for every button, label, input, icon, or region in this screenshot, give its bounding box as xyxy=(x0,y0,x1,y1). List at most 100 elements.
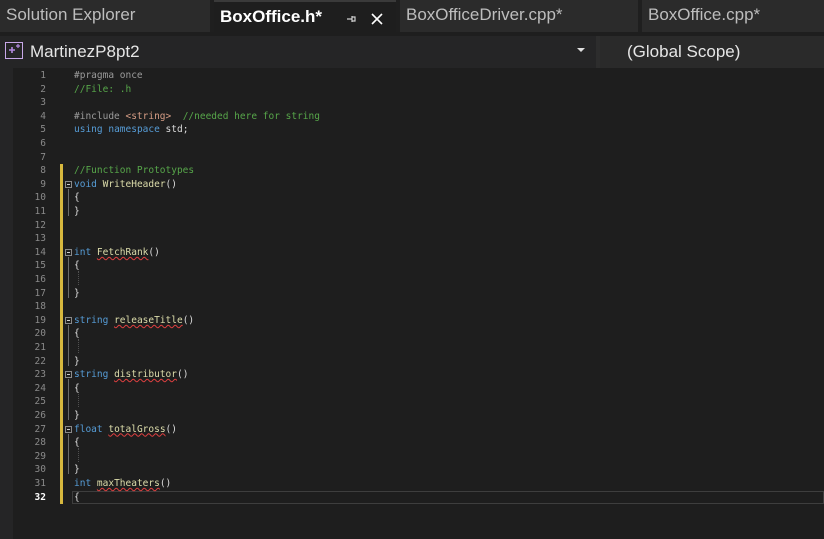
comment-token: //needed here for string xyxy=(182,110,320,122)
code-line: int FetchRank() xyxy=(74,246,160,260)
collapse-icon[interactable] xyxy=(65,425,72,433)
unsaved-changes-bar xyxy=(60,164,63,505)
line-number: 32 xyxy=(34,491,46,503)
pin-icon[interactable] xyxy=(345,2,357,34)
code-token: () xyxy=(182,314,195,326)
code-editor[interactable] xyxy=(0,68,824,539)
line-number: 26 xyxy=(34,410,46,421)
code-line: } xyxy=(74,463,80,477)
tab-label: BoxOffice.cpp* xyxy=(648,5,761,24)
line-number: 16 xyxy=(34,274,46,285)
collapse-icon[interactable] xyxy=(65,248,72,256)
line-number: 18 xyxy=(34,301,46,313)
code-line: void WriteHeader() xyxy=(74,178,177,192)
comment-token: //File: .h xyxy=(74,83,132,95)
collapse-icon[interactable] xyxy=(65,180,72,188)
line-number: 29 xyxy=(34,450,46,462)
function-name-token: maxTheaters xyxy=(96,478,160,489)
line-number: 12 xyxy=(34,219,46,231)
line-number: 21 xyxy=(34,342,46,353)
code-line: } xyxy=(74,409,80,423)
keyword-token: void xyxy=(74,178,97,190)
line-number: 27 xyxy=(34,423,46,435)
keyword-token: int xyxy=(74,246,92,258)
code-line: using namespace std; xyxy=(74,123,188,137)
code-token: } xyxy=(74,464,80,476)
tab-boxofficedriver-cpp[interactable]: BoxOfficeDriver.cpp* xyxy=(400,0,638,32)
tab-label: BoxOffice.h* xyxy=(220,7,323,26)
line-number: 3 xyxy=(40,97,46,109)
fold-guide-line xyxy=(68,188,69,216)
line-number: 17 xyxy=(34,287,46,299)
code-token: #include xyxy=(74,110,126,122)
code-token: { xyxy=(74,382,80,394)
scope-dropdown[interactable]: (Global Scope) xyxy=(600,36,824,68)
line-number: 10 xyxy=(34,192,46,204)
code-token: } xyxy=(74,287,80,299)
tab-boxoffice-cpp[interactable]: BoxOffice.cpp* xyxy=(642,0,824,32)
code-token: { xyxy=(74,491,80,503)
line-number: 30 xyxy=(34,464,46,476)
line-number: 19 xyxy=(34,314,46,326)
collapse-icon[interactable] xyxy=(65,316,72,324)
tab-solution-explorer[interactable]: Solution Explorer xyxy=(0,0,210,32)
line-number: 20 xyxy=(34,328,46,340)
line-number: 15 xyxy=(34,260,46,272)
navigation-bar: MartinezP8pt2 (Global Scope) xyxy=(0,36,824,68)
line-number: 14 xyxy=(34,246,46,258)
code-line: //File: .h xyxy=(74,83,131,97)
dropdown-arrow-icon[interactable] xyxy=(576,45,586,55)
indent-guide xyxy=(78,393,79,408)
line-number: 23 xyxy=(34,369,46,381)
current-line-highlight xyxy=(72,491,824,504)
project-name: MartinezP8pt2 xyxy=(30,42,140,61)
line-number: 28 xyxy=(34,437,46,449)
code-token: () xyxy=(165,178,177,190)
code-token: { xyxy=(74,328,80,340)
line-number: 4 xyxy=(40,110,46,122)
code-line: } xyxy=(74,287,80,301)
code-token: } xyxy=(74,355,80,367)
code-line: #include <string> //needed here for stri… xyxy=(74,110,320,124)
line-number: 6 xyxy=(40,138,46,149)
line-number: 24 xyxy=(34,382,46,394)
code-line: float totalGross() xyxy=(74,423,177,437)
tab-label: Solution Explorer xyxy=(6,5,136,24)
code-token: { xyxy=(74,437,80,449)
code-line: #pragma once xyxy=(74,69,143,83)
line-number: 9 xyxy=(40,178,46,190)
code-line: { xyxy=(74,191,80,205)
code-token: { xyxy=(74,260,80,272)
scope-label: (Global Scope) xyxy=(627,42,741,61)
fold-guide-line xyxy=(68,379,69,420)
line-number: 1 xyxy=(40,70,46,81)
comment-token: //Function Prototypes xyxy=(74,165,195,177)
code-token: () xyxy=(148,246,160,258)
indent-guide xyxy=(78,339,79,353)
indent-guide xyxy=(78,448,79,462)
project-dropdown[interactable]: MartinezP8pt2 xyxy=(0,36,596,68)
code-token: #pragma once xyxy=(74,70,143,81)
line-number: 25 xyxy=(34,396,46,408)
close-icon[interactable] xyxy=(370,2,384,34)
collapse-icon[interactable] xyxy=(65,371,72,379)
code-line: } xyxy=(74,205,80,219)
keyword-token: namespace xyxy=(108,124,160,136)
code-token: <string> xyxy=(125,110,172,122)
line-number: 2 xyxy=(40,83,46,95)
project-icon xyxy=(5,42,23,59)
line-number: 31 xyxy=(34,478,46,489)
tab-boxoffice-h[interactable]: BoxOffice.h* xyxy=(214,0,396,32)
keyword-token: string xyxy=(74,314,109,326)
keyword-token: string xyxy=(74,369,109,381)
fold-guide-line xyxy=(68,256,69,298)
line-number: 5 xyxy=(40,124,46,136)
keyword-token: using xyxy=(74,124,103,136)
keyword-token: float xyxy=(74,423,103,435)
code-line: { xyxy=(74,491,80,505)
code-token: () xyxy=(176,369,189,381)
code-line: string distributor() xyxy=(74,368,188,382)
code-token: () xyxy=(159,478,172,489)
function-name-token: totalGross xyxy=(108,423,166,435)
